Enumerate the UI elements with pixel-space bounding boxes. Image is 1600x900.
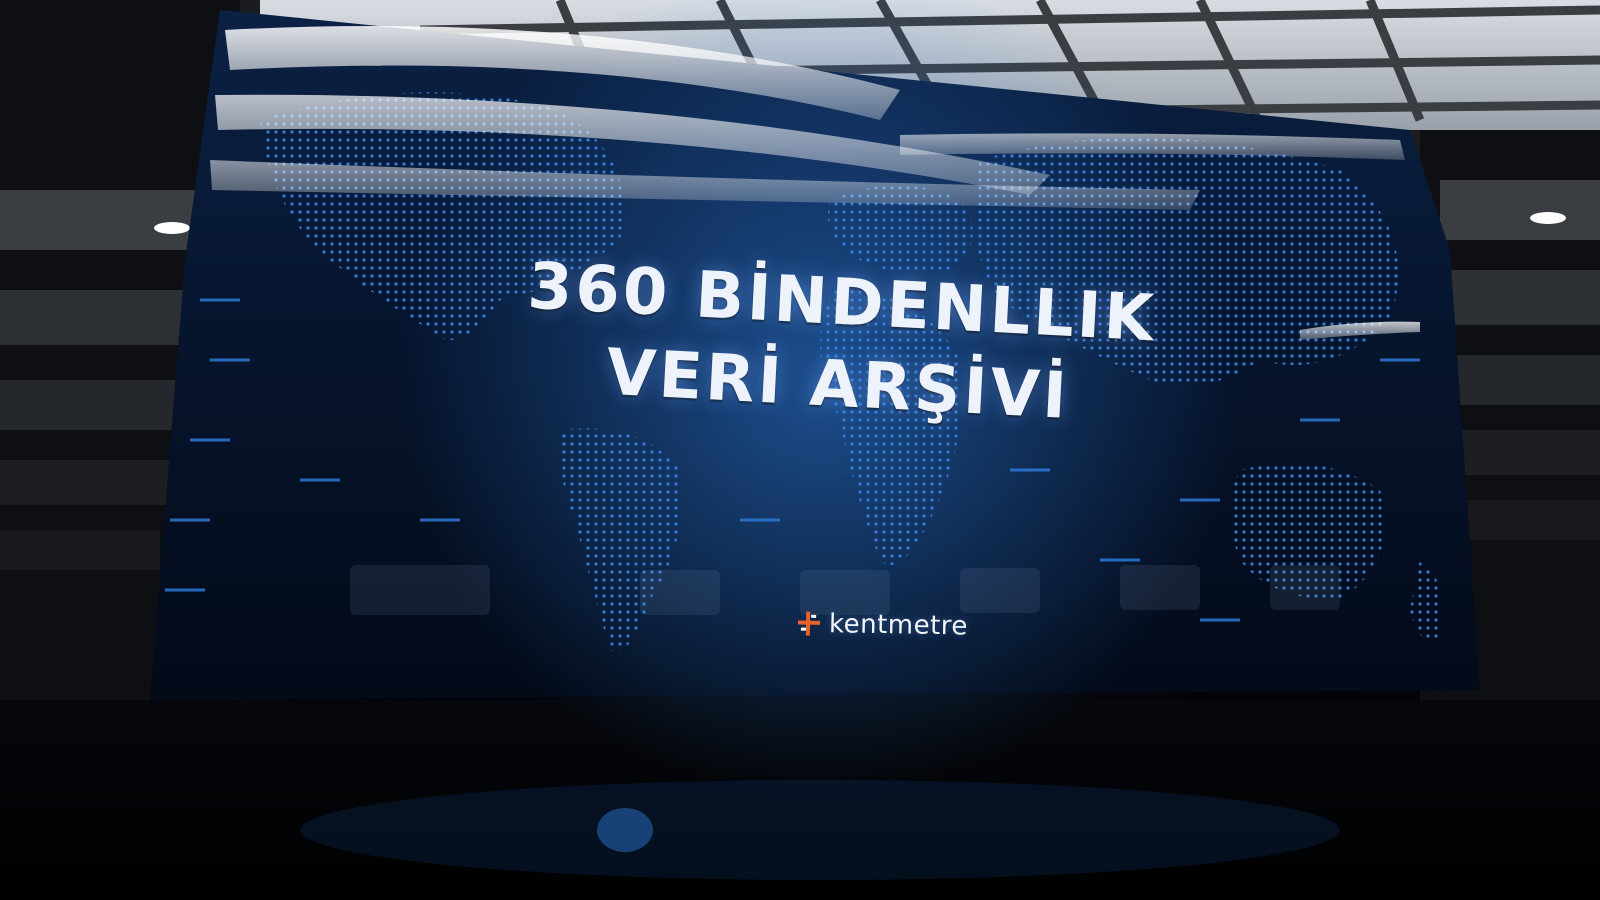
studio-backdrop: [0, 0, 1600, 900]
kentmetre-logo-icon: [797, 611, 821, 636]
brand-logo: kentmetre: [795, 608, 969, 642]
studio-scene: 360 BİNDENLLIK VERİ ARŞİVİ kentmetre: [0, 0, 1600, 900]
brand-name: kentmetre: [828, 609, 969, 642]
